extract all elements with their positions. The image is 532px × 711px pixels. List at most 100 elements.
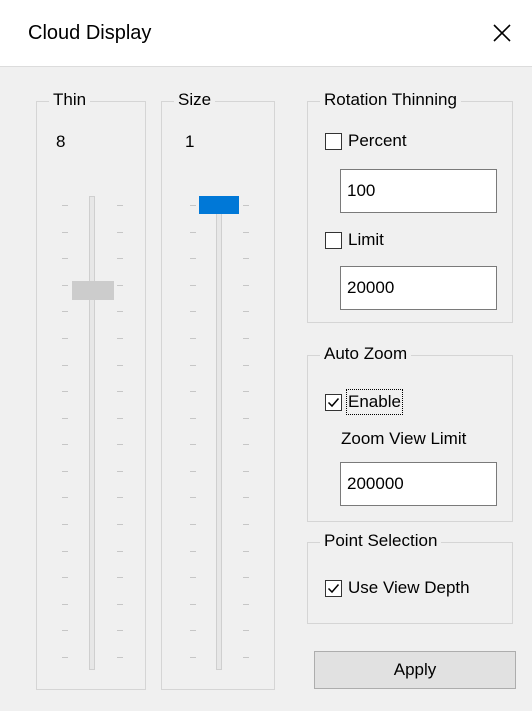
slider-tick-right	[243, 365, 249, 366]
close-icon	[493, 24, 511, 42]
slider-tick-left	[62, 630, 68, 631]
limit-checkbox-box[interactable]	[325, 231, 342, 249]
checkmark-icon	[327, 583, 340, 593]
slider-tick-right	[243, 497, 249, 498]
point-selection-label: Point Selection	[320, 530, 442, 552]
slider-tick-left	[190, 497, 196, 498]
size-slider-thumb[interactable]	[199, 196, 239, 214]
slider-tick-right	[243, 338, 249, 339]
slider-tick-left	[62, 258, 68, 259]
slider-tick-right	[243, 418, 249, 419]
slider-tick-left	[190, 630, 196, 631]
slider-tick-left	[190, 524, 196, 525]
slider-tick-right	[243, 205, 249, 206]
limit-checkbox-label: Limit	[348, 230, 384, 249]
slider-tick-right	[243, 258, 249, 259]
slider-tick-left	[190, 285, 196, 286]
slider-tick-right	[243, 630, 249, 631]
thin-slider-track	[89, 196, 95, 670]
thin-group-label: Thin	[49, 89, 91, 111]
limit-checkbox[interactable]: Limit	[325, 229, 384, 251]
title-bar: Cloud Display	[0, 0, 532, 67]
slider-tick-left	[190, 311, 196, 312]
slider-tick-left	[190, 205, 196, 206]
slider-tick-left	[62, 604, 68, 605]
slider-tick-left	[62, 577, 68, 578]
slider-tick-right	[243, 471, 249, 472]
slider-tick-right	[243, 444, 249, 445]
slider-tick-left	[190, 444, 196, 445]
use-view-depth-checkbox-label: Use View Depth	[348, 578, 470, 597]
checkmark-icon	[327, 397, 340, 407]
slider-tick-right	[117, 444, 123, 445]
slider-tick-right	[243, 311, 249, 312]
slider-tick-right	[117, 418, 123, 419]
slider-tick-left	[190, 604, 196, 605]
slider-tick-left	[62, 444, 68, 445]
size-group-label: Size	[174, 89, 216, 111]
slider-tick-right	[117, 311, 123, 312]
slider-tick-left	[62, 657, 68, 658]
slider-tick-left	[62, 311, 68, 312]
slider-tick-left	[62, 365, 68, 366]
enable-checkbox[interactable]: Enable	[325, 389, 403, 415]
slider-tick-right	[117, 577, 123, 578]
slider-tick-left	[190, 365, 196, 366]
slider-tick-right	[117, 285, 123, 286]
apply-button[interactable]: Apply	[314, 651, 516, 689]
slider-tick-right	[243, 232, 249, 233]
auto-zoom-label: Auto Zoom	[320, 343, 412, 365]
use-view-depth-checkbox-box[interactable]	[325, 579, 342, 597]
slider-tick-left	[62, 418, 68, 419]
percent-checkbox[interactable]: Percent	[325, 130, 407, 152]
slider-tick-left	[62, 205, 68, 206]
slider-tick-right	[117, 604, 123, 605]
enable-checkbox-box[interactable]	[325, 393, 342, 411]
zoom-view-limit-label: Zoom View Limit	[341, 429, 467, 448]
slider-tick-left	[62, 497, 68, 498]
slider-tick-right	[117, 524, 123, 525]
slider-tick-right	[117, 497, 123, 498]
slider-tick-right	[117, 338, 123, 339]
percent-checkbox-box[interactable]	[325, 132, 342, 150]
percent-checkbox-label: Percent	[348, 131, 407, 150]
slider-tick-left	[62, 232, 68, 233]
slider-tick-right	[117, 365, 123, 366]
slider-tick-left	[190, 418, 196, 419]
size-value: 1	[185, 132, 195, 151]
slider-tick-right	[243, 604, 249, 605]
slider-tick-left	[190, 232, 196, 233]
slider-tick-left	[62, 285, 68, 286]
thin-slider-thumb[interactable]	[72, 281, 114, 300]
slider-tick-right	[117, 232, 123, 233]
close-button[interactable]	[472, 0, 532, 66]
slider-tick-right	[243, 285, 249, 286]
slider-tick-right	[117, 258, 123, 259]
slider-tick-right	[117, 391, 123, 392]
slider-tick-left	[62, 391, 68, 392]
limit-input[interactable]: 20000	[340, 266, 497, 310]
slider-tick-right	[117, 657, 123, 658]
slider-tick-left	[62, 551, 68, 552]
slider-tick-right	[117, 551, 123, 552]
slider-tick-left	[62, 471, 68, 472]
size-slider-track	[216, 196, 222, 670]
percent-input[interactable]: 100	[340, 169, 497, 213]
slider-tick-left	[190, 338, 196, 339]
slider-tick-left	[190, 391, 196, 392]
slider-tick-right	[117, 471, 123, 472]
slider-tick-right	[243, 524, 249, 525]
window-title: Cloud Display	[28, 22, 152, 44]
slider-tick-right	[243, 577, 249, 578]
slider-tick-left	[62, 524, 68, 525]
thin-value: 8	[56, 132, 66, 151]
use-view-depth-checkbox[interactable]: Use View Depth	[325, 577, 470, 599]
slider-tick-right	[243, 551, 249, 552]
slider-tick-right	[243, 657, 249, 658]
slider-tick-left	[190, 577, 196, 578]
slider-tick-right	[117, 205, 123, 206]
slider-tick-left	[190, 471, 196, 472]
zoom-view-limit-input[interactable]: 200000	[340, 462, 497, 506]
rotation-thinning-label: Rotation Thinning	[320, 89, 461, 111]
slider-tick-left	[190, 551, 196, 552]
